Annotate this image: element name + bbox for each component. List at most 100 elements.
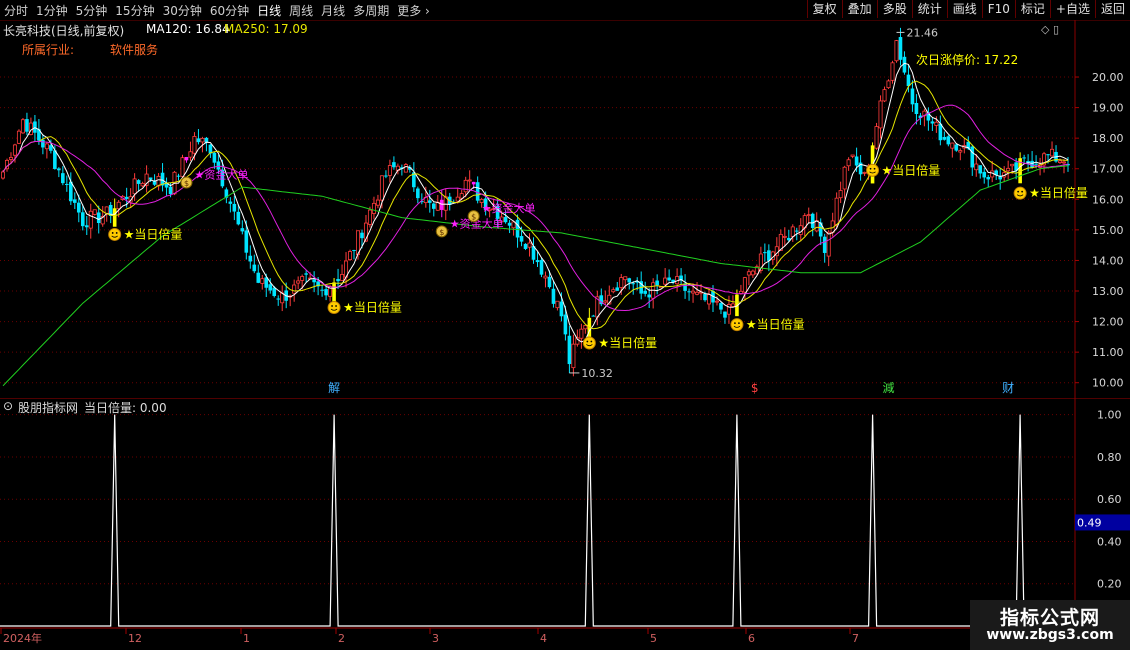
candle-body bbox=[300, 276, 305, 281]
candle-body bbox=[583, 325, 588, 330]
price-tick-label: 17.00 bbox=[1092, 163, 1124, 176]
price-tick-label: 18.00 bbox=[1092, 132, 1124, 145]
period-tab-3[interactable]: 15分钟 bbox=[115, 2, 154, 19]
period-tab-0[interactable]: 分时 bbox=[4, 2, 28, 19]
toolbar-button-5[interactable]: F10 bbox=[981, 0, 1015, 18]
toolbar-button-1[interactable]: 叠加 bbox=[841, 0, 877, 18]
candle-body bbox=[80, 212, 85, 227]
candle-body bbox=[65, 183, 69, 185]
toolbar-button-4[interactable]: 画线 bbox=[946, 0, 982, 18]
candle-body bbox=[16, 130, 21, 144]
smiley-icon bbox=[1013, 186, 1027, 200]
candle-body bbox=[579, 328, 584, 339]
time-axis-label: 1 bbox=[243, 632, 250, 645]
period-tab-7[interactable]: 周线 bbox=[289, 2, 313, 19]
candle-body bbox=[252, 264, 257, 272]
candle-body bbox=[360, 232, 364, 239]
candle-body bbox=[850, 154, 855, 157]
candle-body bbox=[691, 290, 696, 294]
period-tab-1[interactable]: 1分钟 bbox=[36, 2, 68, 19]
candle-body bbox=[794, 230, 799, 232]
indicator-series-line bbox=[0, 414, 1075, 627]
candle-body bbox=[826, 231, 831, 257]
time-axis-label: 5 bbox=[650, 632, 657, 645]
high-annotation: 21.46 bbox=[906, 26, 938, 39]
toolbar-button-7[interactable]: +自选 bbox=[1049, 0, 1095, 18]
period-tab-2[interactable]: 5分钟 bbox=[76, 2, 108, 19]
indicator-tick-label: 0.40 bbox=[1097, 535, 1122, 548]
candle-body bbox=[76, 202, 81, 213]
indicator-tick-label: 0.60 bbox=[1097, 493, 1122, 506]
candle-body bbox=[1034, 163, 1038, 165]
smiley-icon bbox=[327, 301, 341, 315]
candle-body bbox=[882, 89, 887, 102]
smiley-eye bbox=[873, 167, 876, 170]
indicator-tick-label: 0.80 bbox=[1097, 451, 1122, 464]
candle-body bbox=[1050, 148, 1055, 157]
toolbar-button-3[interactable]: 统计 bbox=[911, 0, 947, 18]
time-axis-label: 4 bbox=[540, 632, 547, 645]
candle-body bbox=[878, 100, 883, 129]
smiley-icon bbox=[730, 318, 744, 332]
indicator-chart[interactable]: 1.000.800.600.400.200.492024年 12 1 2 3 4 5 6 7 bbox=[0, 398, 1130, 650]
candle-body bbox=[978, 165, 983, 174]
candle-body bbox=[112, 208, 117, 227]
smiley-icon bbox=[108, 227, 122, 241]
candle-body bbox=[72, 199, 77, 203]
candle-body bbox=[611, 289, 616, 293]
toolbar-button-8[interactable]: 返回 bbox=[1094, 0, 1130, 18]
indicator-tick-label: 0.20 bbox=[1097, 578, 1122, 591]
candle-body bbox=[1062, 161, 1067, 164]
candle-body bbox=[730, 303, 735, 307]
candle-body bbox=[930, 121, 935, 124]
period-tab-8[interactable]: 月线 bbox=[321, 2, 345, 19]
candle-body bbox=[196, 138, 201, 143]
candle-body bbox=[838, 190, 843, 199]
price-tick-label: 11.00 bbox=[1092, 346, 1124, 359]
price-tick-label: 19.00 bbox=[1092, 102, 1124, 115]
candle-body bbox=[946, 136, 951, 145]
candle-body bbox=[591, 315, 596, 317]
candle-body bbox=[387, 165, 392, 176]
candle-body bbox=[723, 311, 727, 318]
candle-body bbox=[738, 290, 743, 294]
candle-body bbox=[910, 88, 915, 105]
candle-body bbox=[667, 277, 671, 281]
period-tab-5[interactable]: 60分钟 bbox=[210, 2, 249, 19]
candle-body bbox=[276, 298, 281, 300]
period-tab-4[interactable]: 30分钟 bbox=[163, 2, 202, 19]
candle-body bbox=[88, 210, 93, 229]
candle-body bbox=[20, 119, 25, 134]
candle-body bbox=[619, 277, 624, 288]
candle-body bbox=[384, 175, 388, 177]
candle-body bbox=[352, 249, 356, 251]
site-logo: 指标公式网 www.zbgs3.com bbox=[970, 600, 1130, 650]
candle-body bbox=[998, 176, 1002, 180]
period-tab-6[interactable]: 日线 bbox=[257, 2, 281, 19]
toolbar-button-0[interactable]: 复权 bbox=[806, 0, 842, 18]
toolbar-button-2[interactable]: 多股 bbox=[876, 0, 912, 18]
signal-label: ★当日倍量 bbox=[746, 317, 805, 332]
candle-body bbox=[874, 126, 879, 149]
candle-body bbox=[942, 136, 947, 140]
candle-body bbox=[950, 142, 955, 149]
candle-body bbox=[519, 236, 524, 242]
toolbar-buttons: 复权 叠加 多股 统计 画线 F10 标记 +自选 返回 bbox=[806, 0, 1130, 18]
candle-body bbox=[180, 157, 185, 177]
period-tab-9[interactable]: 多周期 bbox=[353, 2, 389, 19]
candle-body bbox=[192, 136, 197, 154]
toolbar-button-6[interactable]: 标记 bbox=[1014, 0, 1050, 18]
candle-body bbox=[842, 166, 847, 190]
candle-body bbox=[539, 260, 544, 275]
money-bag-glyph: $ bbox=[184, 179, 189, 188]
period-tab-10[interactable]: 更多 › bbox=[397, 2, 430, 19]
candle-body bbox=[547, 276, 552, 288]
candle-body bbox=[890, 62, 895, 81]
candle-body bbox=[320, 289, 324, 291]
price-chart[interactable]: 20.00 19.00 18.00 17.00 16.00 15.00 14.00 13.00… bbox=[0, 20, 1130, 398]
candle-body bbox=[44, 143, 49, 150]
candle-body bbox=[136, 180, 141, 184]
period-tabs: 分时 1分钟 5分钟 15分钟 30分钟 60分钟 日线 周线 月线 多周期 更多 › bbox=[4, 2, 430, 19]
candle-body bbox=[663, 277, 668, 285]
candle-body bbox=[914, 102, 919, 115]
